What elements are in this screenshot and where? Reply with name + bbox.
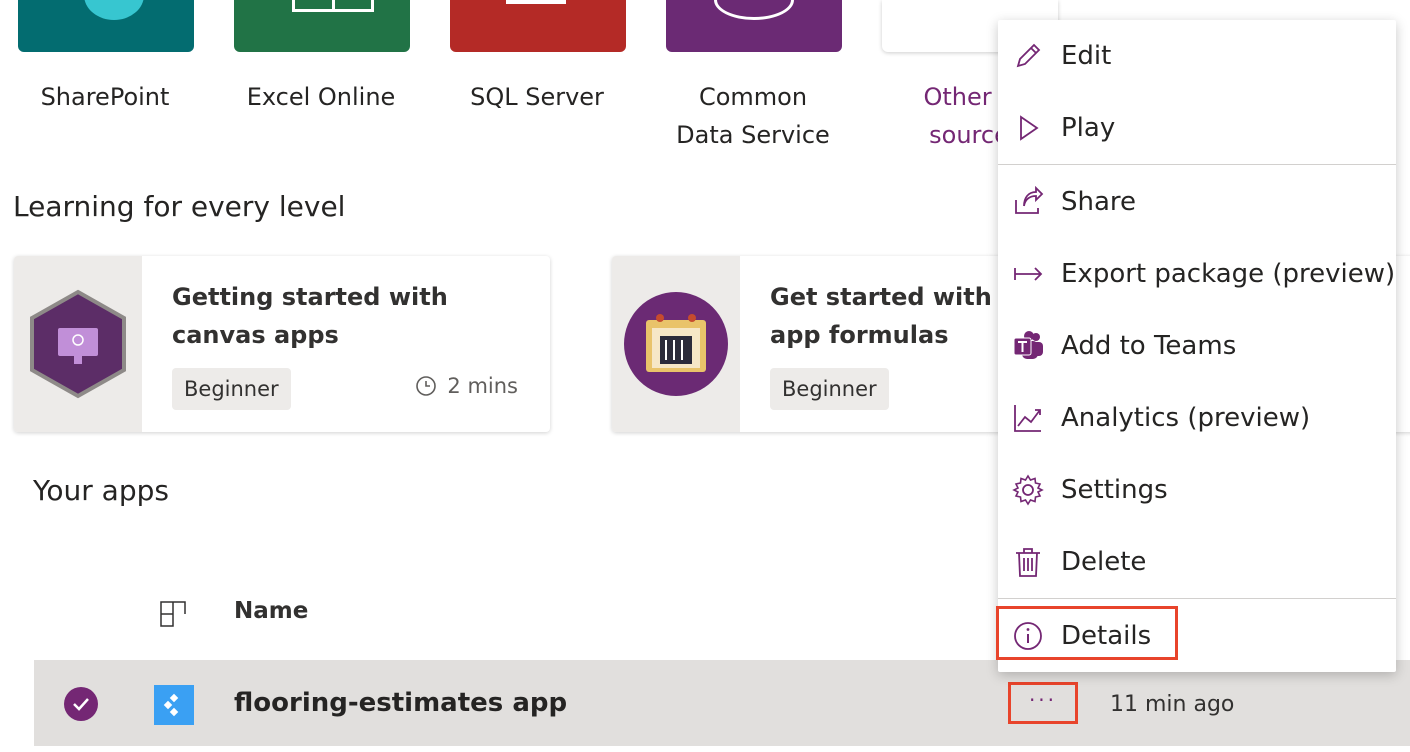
card-thumbnail bbox=[14, 256, 142, 432]
formula-badge-icon bbox=[624, 292, 728, 396]
connector-label-excel-online[interactable]: Excel Online bbox=[211, 78, 431, 116]
duration-text: 2 mins bbox=[447, 374, 518, 398]
connector-label-common-data-service[interactable]: Common Data Service bbox=[643, 78, 863, 154]
sql-icon bbox=[506, 0, 566, 4]
level-badge: Beginner bbox=[770, 368, 889, 410]
teams-icon bbox=[1013, 331, 1043, 359]
menu-item-play[interactable]: Play bbox=[998, 92, 1396, 164]
excel-icon bbox=[292, 0, 374, 12]
menu-item-settings[interactable]: Settings bbox=[998, 454, 1396, 526]
sharepoint-tile[interactable] bbox=[18, 0, 194, 52]
clock-icon bbox=[416, 376, 437, 396]
menu-divider bbox=[998, 164, 1396, 165]
context-menu: Edit Play Share Export package (preview)… bbox=[996, 20, 1396, 672]
menu-item-analytics[interactable]: Analytics (preview) bbox=[998, 382, 1396, 454]
menu-item-edit[interactable]: Edit bbox=[998, 20, 1396, 92]
row-checkbox[interactable] bbox=[64, 687, 98, 721]
your-apps-title: Your apps bbox=[33, 474, 169, 507]
monitor-badge-icon bbox=[30, 289, 126, 399]
common-data-service-tile[interactable] bbox=[666, 0, 842, 52]
menu-item-share[interactable]: Share bbox=[998, 166, 1396, 238]
details-highlight-box bbox=[996, 606, 1178, 660]
excel-online-tile[interactable] bbox=[234, 0, 410, 52]
app-type-column-icon[interactable] bbox=[160, 601, 186, 627]
sharepoint-icon bbox=[84, 0, 144, 20]
table-row[interactable]: flooring-estimates app ··· 11 min ago bbox=[34, 660, 1410, 746]
card-thumbnail bbox=[612, 256, 740, 432]
menu-item-delete[interactable]: Delete bbox=[998, 526, 1396, 598]
gear-icon bbox=[1012, 474, 1044, 506]
share-icon bbox=[1015, 186, 1044, 214]
checkmark-icon bbox=[73, 698, 89, 711]
name-column-header[interactable]: Name bbox=[234, 598, 308, 624]
app-name[interactable]: flooring-estimates app bbox=[234, 688, 567, 718]
learning-section-title: Learning for every level bbox=[13, 190, 346, 223]
connector-label-sql-server[interactable]: SQL Server bbox=[427, 78, 647, 116]
menu-item-export-package[interactable]: Export package (preview) bbox=[998, 238, 1396, 310]
export-icon bbox=[1014, 267, 1043, 281]
card-title[interactable]: Getting started with canvas apps bbox=[172, 278, 532, 354]
trash-icon bbox=[1016, 548, 1040, 577]
menu-item-add-to-teams[interactable]: Add to Teams bbox=[998, 310, 1396, 382]
ellipsis-icon: ··· bbox=[1028, 688, 1058, 712]
database-icon bbox=[714, 0, 794, 20]
connector-label-sharepoint[interactable]: SharePoint bbox=[0, 78, 215, 116]
sql-server-tile[interactable] bbox=[450, 0, 626, 52]
level-badge: Beginner bbox=[172, 368, 291, 410]
app-icon bbox=[154, 685, 194, 725]
analytics-icon bbox=[1014, 405, 1041, 432]
learning-card[interactable]: Getting started with canvas apps Beginne… bbox=[14, 256, 550, 432]
pencil-icon bbox=[1016, 43, 1041, 68]
menu-divider bbox=[998, 598, 1396, 599]
modified-time: 11 min ago bbox=[1110, 692, 1235, 717]
more-options-button[interactable]: ··· bbox=[1008, 682, 1078, 724]
card-duration: 2 mins bbox=[415, 374, 518, 398]
play-icon bbox=[1020, 115, 1039, 141]
